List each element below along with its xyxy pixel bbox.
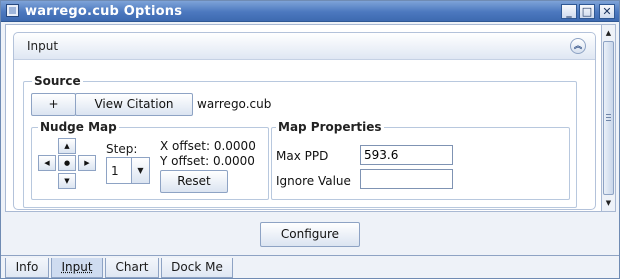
max-ppd-label: Max PPD [276,149,329,163]
y-offset-label: Y offset: 0.0000 [160,154,255,168]
nudge-left-button[interactable]: ◀ [38,155,56,171]
options-window: warrego.cub Options _ □ ✕ Input ︽ Source… [0,0,620,279]
ignore-value-field[interactable] [360,169,453,189]
grip-icon [606,114,611,121]
reset-button[interactable]: Reset [160,170,228,193]
input-panel-title: Input [27,39,59,53]
step-select[interactable]: 1 ▼ [106,157,150,184]
scroll-up-icon[interactable]: ▲ [602,26,615,40]
input-panel-header[interactable]: Input ︽ [14,33,595,60]
nudge-right-button[interactable]: ▶ [78,155,96,171]
nudge-map-legend: Nudge Map [38,120,119,134]
source-legend: Source [32,74,83,88]
source-file-name: warrego.cub [197,97,272,111]
scrollbar-thumb[interactable] [603,41,614,195]
maximize-button[interactable]: □ [579,4,595,19]
nudge-center-button[interactable]: ● [58,155,76,171]
step-label: Step: [106,142,138,156]
app-icon [6,4,19,17]
max-ppd-field[interactable] [360,145,453,165]
nudge-up-button[interactable]: ▲ [58,138,76,154]
close-button[interactable]: ✕ [599,4,615,19]
title-bar[interactable]: warrego.cub Options _ □ ✕ [1,1,619,22]
tab-dock-me[interactable]: Dock Me [161,258,233,278]
tab-bar: Info Input Chart Dock Me [1,255,619,278]
nudge-down-button[interactable]: ▼ [58,173,76,189]
scroll-down-icon[interactable]: ▼ [602,196,615,210]
configure-button[interactable]: Configure [260,222,360,247]
double-chevron-up-icon[interactable]: ︽ [570,38,586,54]
x-offset-label: X offset: 0.0000 [160,139,256,153]
tab-input[interactable]: Input [51,258,103,278]
step-value: 1 [111,164,119,178]
chevron-down-icon[interactable]: ▼ [131,158,149,183]
vertical-scrollbar[interactable]: ▲ ▼ [602,24,616,212]
tab-chart[interactable]: Chart [105,258,159,278]
view-citation-button[interactable]: View Citation [75,93,193,116]
map-properties-legend: Map Properties [276,120,384,134]
ignore-value-label: Ignore Value [276,174,351,188]
window-title: warrego.cub Options [25,4,183,19]
tab-info[interactable]: Info [5,258,49,278]
minimize-button[interactable]: _ [561,4,577,19]
add-source-button[interactable]: + [31,93,76,116]
